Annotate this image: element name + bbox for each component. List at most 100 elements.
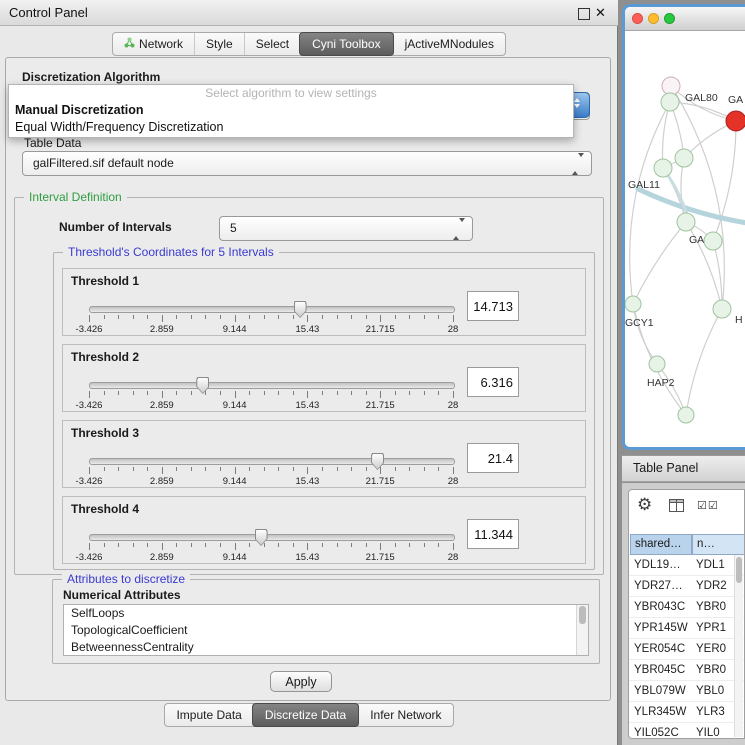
attribute-list-item[interactable]: SelfLoops <box>64 605 588 622</box>
slider-ticks <box>89 543 453 551</box>
tab-label: Select <box>256 37 289 51</box>
threshold-slider[interactable] <box>89 306 455 313</box>
network-node-gcy1[interactable] <box>625 296 641 312</box>
network-edge[interactable] <box>633 304 657 364</box>
table-cell: YIL052C <box>634 723 690 738</box>
table-row[interactable]: YBL079WYBL0 <box>629 681 744 702</box>
table-row[interactable]: YBR045CYBR0 <box>629 660 744 681</box>
network-edge[interactable] <box>657 364 686 415</box>
table-cell: YBR043C <box>634 597 690 617</box>
algorithm-dropdown-popup: Select algorithm to view settings Manual… <box>8 84 574 138</box>
minimize-traffic-light[interactable] <box>648 13 659 24</box>
network-edge[interactable] <box>713 121 736 241</box>
network-edge[interactable] <box>662 102 670 168</box>
scrollbar-thumb[interactable] <box>736 557 742 583</box>
network-node-gal11[interactable] <box>654 159 672 177</box>
close-traffic-light[interactable] <box>632 13 643 24</box>
table-data-value: galFiltered.sif default node <box>33 152 174 174</box>
attribute-list-item[interactable]: TopologicalCoefficient <box>64 622 588 639</box>
numerical-attributes-label: Numerical Attributes <box>63 588 181 602</box>
network-edge[interactable] <box>686 309 722 415</box>
network-titlebar <box>625 7 745 31</box>
threshold-slider[interactable] <box>89 382 455 389</box>
tab-label: jActiveMNodules <box>405 37 494 51</box>
threshold-label: Threshold 3 <box>71 426 139 440</box>
threshold-value-input[interactable] <box>467 519 519 549</box>
interval-definition-group: Interval Definition Number of Intervals … <box>14 197 604 575</box>
column-header[interactable]: n… <box>692 534 745 555</box>
group-title: Interval Definition <box>24 190 127 204</box>
table-row[interactable]: YLR345WYLR3 <box>629 702 744 723</box>
node-label: GAL11 <box>628 179 660 191</box>
node-label: GAL80 <box>685 92 718 104</box>
close-icon[interactable]: ✕ <box>595 5 606 21</box>
algorithm-option[interactable]: Equal Width/Frequency Discretization <box>9 119 573 136</box>
slider-ticks <box>89 391 453 399</box>
slider-tick-labels: -3.4262.8599.14415.4321.71528 <box>89 552 453 563</box>
network-node[interactable] <box>704 232 722 250</box>
tab-style[interactable]: Style <box>194 33 244 55</box>
num-intervals-combobox[interactable]: 5 <box>219 216 473 241</box>
combo-arrows-icon <box>572 157 584 171</box>
threshold-label: Threshold 2 <box>71 350 139 364</box>
table-cell: YBR045C <box>634 660 690 680</box>
column-header[interactable]: shared… <box>630 534 692 555</box>
node-label: HAP2 <box>647 377 675 389</box>
screen: Control Panel ✕ Network Style Select Cyni T… <box>0 0 745 745</box>
tab-jactivemnodules[interactable]: jActiveMNodules <box>393 33 505 55</box>
table-cell: YER054C <box>634 639 690 659</box>
network-node-h[interactable] <box>713 300 731 318</box>
network-edge[interactable] <box>633 222 686 304</box>
thresholds-group: Threshold's Coordinates for 5 Intervals … <box>53 252 595 570</box>
network-canvas[interactable]: GAL80GAGAL11GAL4GCY1HHAP2 <box>625 31 745 448</box>
attribute-list-item[interactable]: BetweennessCentrality <box>64 639 588 656</box>
tab-cyni-toolbox[interactable]: Cyni Toolbox <box>299 32 393 56</box>
top-tabs-row: Network Style Select Cyni Toolbox jActiveMNo… <box>0 32 618 56</box>
table-row[interactable]: YER054CYER0 <box>629 639 744 660</box>
table-data-combobox[interactable]: galFiltered.sif default node <box>22 151 592 176</box>
apply-button[interactable]: Apply <box>270 671 332 692</box>
list-scrollbar[interactable] <box>576 605 588 655</box>
num-intervals-value: 5 <box>230 217 237 239</box>
float-window-icon[interactable] <box>578 8 590 20</box>
attributes-listbox[interactable]: SelfLoopsTopologicalCoefficientBetweenne… <box>63 604 589 656</box>
tab-label: Impute Data <box>176 708 241 722</box>
network-node-gal4[interactable] <box>677 213 695 231</box>
table-row[interactable]: YPR145WYPR1 <box>629 618 744 639</box>
tab-select[interactable]: Select <box>244 33 300 55</box>
threshold-value-input[interactable] <box>467 443 519 473</box>
tab-infer-network[interactable]: Infer Network <box>358 704 452 726</box>
algorithm-option[interactable]: Manual Discretization <box>9 102 573 119</box>
network-node-hap2[interactable] <box>649 356 665 372</box>
tab-label: Cyni Toolbox <box>312 37 380 51</box>
network-node-ga[interactable] <box>726 111 745 131</box>
tab-label: Style <box>206 37 233 51</box>
table-scrollbar[interactable] <box>734 555 743 737</box>
network-node[interactable] <box>678 407 694 423</box>
tab-network[interactable]: Network <box>113 33 194 55</box>
threshold-slider[interactable] <box>89 534 455 541</box>
table-row[interactable]: YIL052CYIL0 <box>629 723 744 738</box>
scrollbar-thumb[interactable] <box>579 606 586 624</box>
table-row[interactable]: YBR043CYBR0 <box>629 597 744 618</box>
control-panel-titlebar: Control Panel ✕ <box>0 0 618 26</box>
columns-icon[interactable] <box>669 499 684 515</box>
gear-icon[interactable]: ⚙ <box>637 495 652 515</box>
network-node[interactable] <box>675 149 693 167</box>
table-row[interactable]: YDR27…YDR2 <box>629 576 744 597</box>
panel-title: Control Panel <box>9 0 88 25</box>
select-columns-icon[interactable]: ☑☑ <box>697 499 719 512</box>
zoom-traffic-light[interactable] <box>664 13 675 24</box>
threshold-value-input[interactable] <box>467 367 519 397</box>
network-edge[interactable] <box>713 241 722 309</box>
tab-discretize-data[interactable]: Discretize Data <box>252 703 359 727</box>
network-node[interactable] <box>662 77 680 95</box>
network-node-gal80[interactable] <box>661 93 679 111</box>
table-data-label: Table Data <box>24 136 81 150</box>
threshold-slider[interactable] <box>89 458 455 465</box>
tab-impute-data[interactable]: Impute Data <box>165 704 252 726</box>
tab-label: Network <box>139 37 183 51</box>
threshold-value-input[interactable] <box>467 291 519 321</box>
table-row[interactable]: YDL19…YDL1 <box>629 555 744 576</box>
table-cell: YDL19… <box>634 555 690 575</box>
